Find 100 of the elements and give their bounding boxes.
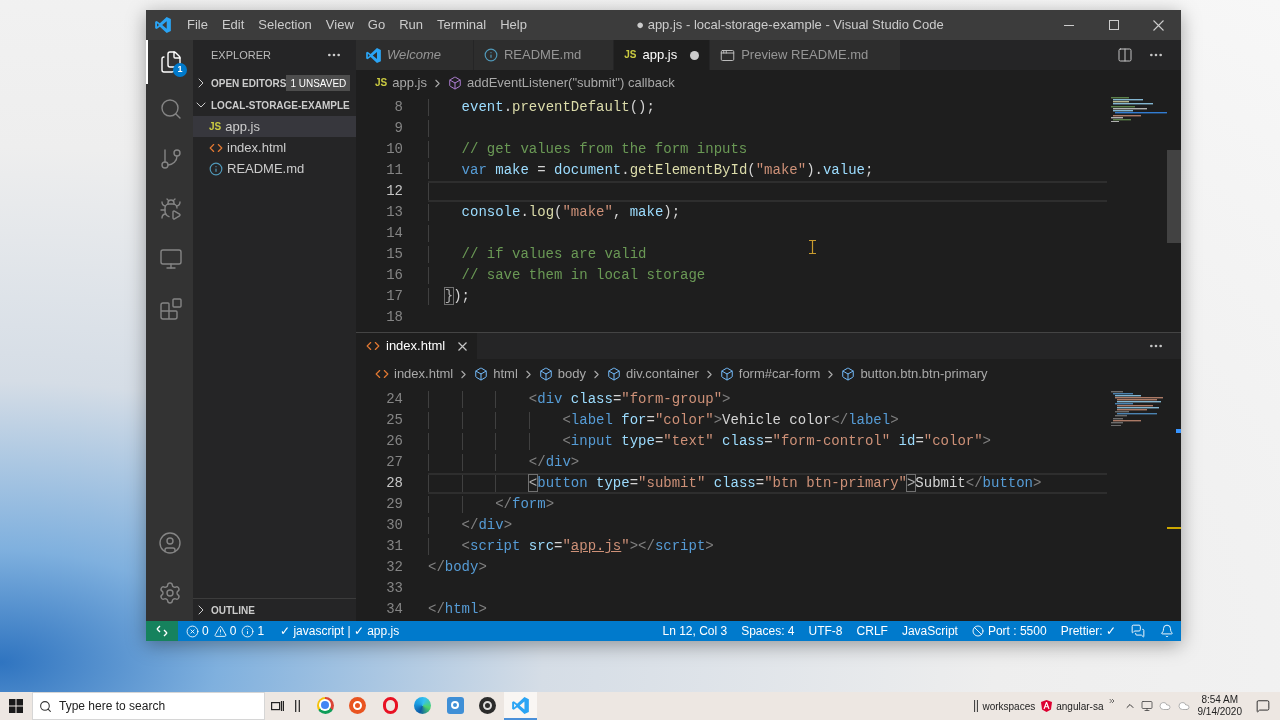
settings-icon [157, 581, 182, 605]
ruler-mark [1167, 527, 1181, 529]
menu-item[interactable]: Terminal [430, 10, 494, 40]
menu-item[interactable]: File [180, 10, 215, 40]
status-item[interactable]: JavaScript [894, 621, 965, 641]
four-squares-logo-icon [9, 699, 23, 713]
bell-icon [1159, 624, 1174, 638]
toolbar-grip-icon [974, 700, 979, 712]
breadcrumb-item[interactable]: body [538, 364, 586, 384]
panels-icon [270, 700, 284, 712]
toolbar-link[interactable]: angular-sa [1056, 698, 1104, 714]
status-item[interactable]: Spaces: 4 [734, 621, 802, 641]
breadcrumb-item[interactable]: html [474, 364, 518, 384]
line-number: 34 [385, 600, 403, 619]
speech-bubbles-icon [1130, 624, 1145, 638]
line-number: 33 [385, 579, 403, 598]
code-icon [366, 339, 380, 353]
line-number: 14 [385, 224, 403, 243]
menu-item[interactable]: Help [493, 10, 534, 40]
cube-icon [447, 76, 462, 90]
code-line: var make = document.getElementById("make").value; [461, 162, 874, 179]
status-item[interactable]: UTF-8 [801, 621, 850, 641]
menu-item[interactable]: Selection [251, 10, 319, 40]
lint-status-button[interactable]: ✓ javascript | ✓ app.js [272, 621, 408, 641]
info-icon [483, 48, 498, 62]
info-icon [241, 624, 255, 638]
swirl-icon [414, 696, 432, 714]
status-item[interactable]: Prettier: ✓ [1053, 621, 1123, 641]
browser-icon [316, 696, 334, 714]
explorer-entry[interactable]: JS app.js [193, 116, 356, 137]
ban-icon [971, 625, 984, 637]
line-number: 10 [385, 140, 403, 159]
section-header[interactable]: LOCAL-STORAGE-EXAMPLE [193, 94, 350, 116]
menu-item[interactable]: View [318, 10, 361, 40]
search-icon [39, 699, 52, 713]
editor-tab[interactable]: JS app.js [614, 40, 711, 70]
code-line: </html> [428, 601, 487, 618]
cube-icon [607, 367, 621, 381]
breadcrumb-item[interactable]: JS app.js [375, 73, 427, 93]
js-file-icon: JS [624, 50, 637, 60]
toolbar-link[interactable]: workspaces [982, 698, 1036, 714]
menu-item[interactable]: Edit [214, 10, 252, 40]
clock-date: 9/14/2020 [1197, 706, 1242, 718]
minimap [1109, 97, 1167, 123]
blocks-icon [158, 297, 183, 321]
app-logo-icon [366, 47, 381, 63]
status-item[interactable]: Ln 12, Col 3 [655, 621, 735, 641]
line-number: 15 [385, 245, 403, 264]
section-header[interactable]: OPEN EDITORS [193, 72, 287, 94]
sidebar-title: EXPLORER [211, 47, 271, 63]
monitor-icon [158, 247, 183, 271]
unsaved-badge: 1 UNSAVED [286, 75, 351, 91]
editor-tab[interactable]: README.md [473, 40, 615, 70]
app-logo-icon [155, 17, 171, 33]
menu-item[interactable]: Go [360, 10, 393, 40]
menu-item[interactable]: Run [392, 10, 430, 40]
code-line: </form> [495, 496, 555, 513]
editor-tab[interactable]: Welcome [356, 40, 474, 70]
cube-icon [474, 367, 489, 381]
breadcrumb-item[interactable]: button.btn.btn-primary [841, 364, 988, 384]
info-icon [209, 161, 223, 176]
line-number: 31 [385, 537, 403, 556]
line-number: 16 [385, 266, 403, 285]
breadcrumb-item[interactable]: index.html [375, 364, 454, 384]
angle-brackets-icon [156, 625, 168, 637]
code-line: }); [444, 288, 471, 305]
breadcrumb-item[interactable]: addEventListener("submit") callback [447, 73, 675, 93]
breadcrumb-item[interactable]: div.container [607, 364, 699, 384]
minimize-icon [1063, 24, 1074, 26]
editor-tab[interactable]: index.html [356, 333, 479, 359]
warning-icon [213, 624, 227, 638]
line-number: 27 [385, 453, 403, 472]
code-line: <script src="app.js"></script> [461, 538, 714, 555]
search-field[interactable]: Type here to search [32, 692, 265, 720]
remote-button[interactable] [146, 621, 178, 641]
problems-button[interactable]: 0 0 1 [178, 621, 273, 641]
js-file-icon: JS [375, 78, 388, 88]
code-line: event.preventDefault(); [461, 99, 655, 116]
circle-logo-icon [349, 696, 367, 714]
split-editor-button[interactable] [1117, 47, 1133, 63]
circle-x-icon [186, 624, 199, 638]
speech-bubble-icon [1256, 699, 1270, 713]
close-icon[interactable] [457, 341, 467, 351]
user-circle-icon [157, 531, 182, 555]
clock-time: 8:54 AM [1201, 694, 1239, 706]
status-item[interactable]: Port : 5500 [964, 621, 1054, 641]
status-item[interactable]: CRLF [849, 621, 895, 641]
js-file-icon: JS [209, 121, 222, 132]
ruler-mark [1176, 429, 1181, 433]
app-logo-icon [511, 696, 529, 714]
cube-icon [719, 367, 734, 381]
explorer-entry[interactable]: README.md [193, 158, 356, 179]
cloud-icon [1178, 700, 1190, 712]
editor-tab[interactable]: Preview README.md [710, 40, 902, 70]
breadcrumb-item[interactable]: form#car-form [719, 364, 821, 384]
section-header[interactable]: OUTLINE [193, 599, 255, 621]
explorer-entry[interactable]: index.html [193, 137, 356, 158]
notification-badge: 1 [173, 63, 187, 77]
line-number: 11 [385, 161, 403, 180]
code-line: </body> [428, 559, 487, 576]
